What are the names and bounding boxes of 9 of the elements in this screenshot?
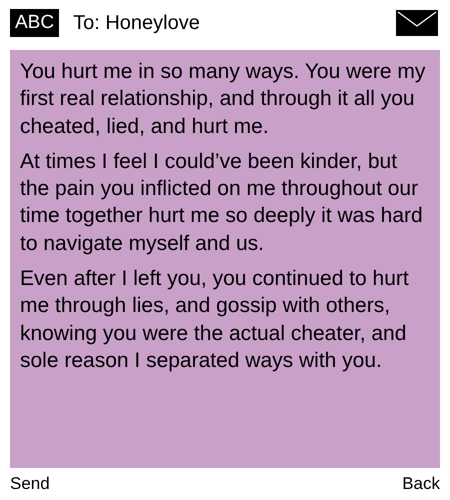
message-field[interactable] bbox=[10, 50, 440, 468]
message-paragraph: Even after I left you, you continued to hurt me through lies, and gossip with others, knowing you were the actual cheater, and sole reason I separated ways with you. bbox=[20, 266, 410, 374]
message-paragraph: At times I feel I could’ve been kinder, but the pain you inflicted on me throughout our time together hurt me so deeply it was hard to navigate myself and us. bbox=[20, 148, 424, 257]
send-softkey[interactable]: Send bbox=[10, 474, 50, 494]
message-paragraph: You hurt me in so many ways. You were my first real relationship, and through it all you cheated, lied, and hurt me. bbox=[20, 59, 426, 140]
envelope-icon bbox=[396, 10, 438, 36]
input-mode-indicator: ABC bbox=[10, 9, 60, 37]
back-softkey[interactable]: Back bbox=[402, 474, 440, 494]
recipient-label: To: Honeylove bbox=[73, 12, 201, 34]
